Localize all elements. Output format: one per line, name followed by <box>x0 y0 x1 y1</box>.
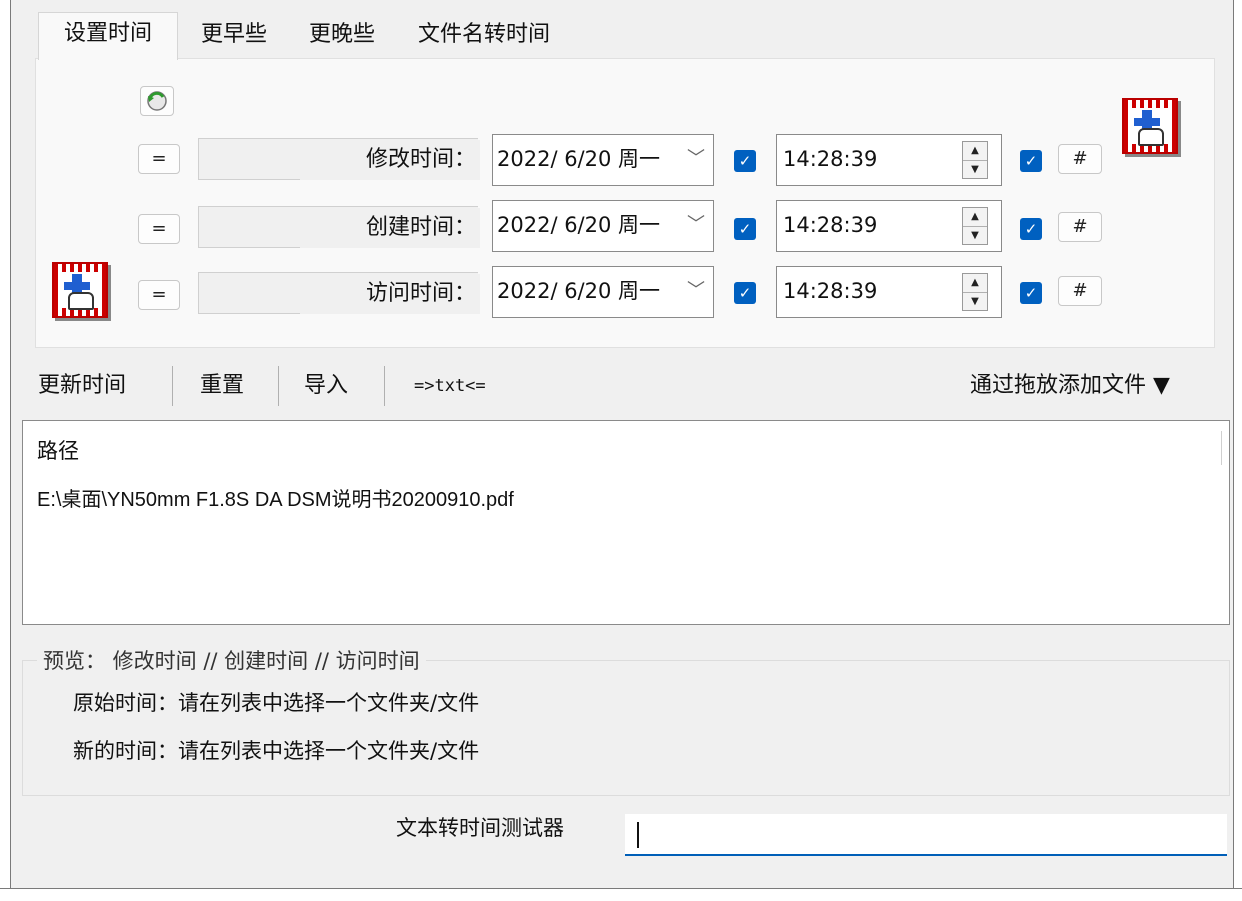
row-modified-time-spinner[interactable]: ▲ ▼ <box>962 141 988 179</box>
copy-time-icon-top[interactable] <box>1122 98 1178 154</box>
drag-add-files-dropdown[interactable]: 通过拖放添加文件 ▼ <box>970 366 1170 406</box>
row-created-time-spinner[interactable]: ▲ ▼ <box>962 207 988 245</box>
list-item[interactable]: E:\桌面\YN50mm F1.8S DA DSM说明书20200910.pdf <box>37 483 514 512</box>
row-accessed-hash-button[interactable]: # <box>1058 276 1102 306</box>
row-accessed-label: 访问时间： <box>300 274 480 314</box>
spin-up-icon[interactable]: ▲ <box>963 142 987 161</box>
row-accessed-time-value: 14:28:39 <box>783 279 878 303</box>
text-to-time-tester-input[interactable] <box>625 814 1227 856</box>
row-accessed-date-value: 2022/ 6/20 周一 <box>497 279 661 303</box>
row-accessed-time-spinner[interactable]: ▲ ▼ <box>962 273 988 311</box>
row-created-time-value: 14:28:39 <box>783 213 878 237</box>
row-created-time-checkbox[interactable]: ✓ <box>1020 218 1042 240</box>
row-created-equal-button[interactable]: = <box>138 214 180 244</box>
tab-set-time[interactable]: 设置时间 <box>38 12 178 60</box>
row-modified-time-checkbox[interactable]: ✓ <box>1020 150 1042 172</box>
update-time-button[interactable]: 更新时间 <box>38 366 126 406</box>
spin-up-icon[interactable]: ▲ <box>963 208 987 227</box>
row-accessed-time-checkbox[interactable]: ✓ <box>1020 282 1042 304</box>
import-button[interactable]: 导入 <box>304 366 348 406</box>
window-right-border <box>1233 0 1242 901</box>
row-modified-label: 修改时间： <box>300 140 480 180</box>
window-left-border <box>0 0 11 901</box>
preview-new-time: 新的时间：请在列表中选择一个文件夹/文件 <box>73 739 480 763</box>
text-caret <box>637 822 639 848</box>
row-accessed-equal-button[interactable]: = <box>138 280 180 310</box>
row-accessed-date-picker[interactable]: 2022/ 6/20 周一 ﹀ <box>492 266 714 318</box>
tab-later[interactable]: 更晚些 <box>292 14 392 56</box>
list-column-path[interactable]: 路径 <box>37 435 79 465</box>
row-modified-date-value: 2022/ 6/20 周一 <box>497 147 661 171</box>
spin-up-icon[interactable]: ▲ <box>963 274 987 293</box>
reset-button[interactable]: 重置 <box>200 366 244 406</box>
row-modified-date-picker[interactable]: 2022/ 6/20 周一 ﹀ <box>492 134 714 186</box>
spin-down-icon[interactable]: ▼ <box>963 227 987 245</box>
tab-filename-to-time[interactable]: 文件名转时间 <box>400 14 568 56</box>
copy-time-icon-left[interactable] <box>52 262 108 318</box>
preview-group: 预览： 修改时间 // 创建时间 // 访问时间 原始时间：请在列表中选择一个文… <box>22 645 1230 796</box>
toolbar-divider <box>278 366 279 406</box>
column-divider[interactable] <box>1221 431 1222 465</box>
row-modified-date-checkbox[interactable]: ✓ <box>734 150 756 172</box>
chevron-down-icon: ﹀ <box>687 214 705 235</box>
row-created-date-checkbox[interactable]: ✓ <box>734 218 756 240</box>
toolbar-divider <box>384 366 385 406</box>
preview-original-time: 原始时间：请在列表中选择一个文件夹/文件 <box>73 691 480 715</box>
preview-legend: 预览： 修改时间 // 创建时间 // 访问时间 <box>37 645 426 675</box>
row-created-date-value: 2022/ 6/20 周一 <box>497 213 661 237</box>
chevron-down-icon: ﹀ <box>687 280 705 301</box>
row-created-label: 创建时间： <box>300 208 480 248</box>
refresh-icon[interactable] <box>140 86 174 116</box>
spin-down-icon[interactable]: ▼ <box>963 293 987 311</box>
row-modified-equal-button[interactable]: = <box>138 144 180 174</box>
spin-down-icon[interactable]: ▼ <box>963 161 987 179</box>
file-list[interactable]: 路径 E:\桌面\YN50mm F1.8S DA DSM说明书20200910.… <box>22 420 1230 625</box>
toolbar-divider <box>172 366 173 406</box>
chevron-down-icon: ﹀ <box>687 148 705 169</box>
row-created-date-picker[interactable]: 2022/ 6/20 周一 ﹀ <box>492 200 714 252</box>
row-created-hash-button[interactable]: # <box>1058 212 1102 242</box>
row-modified-time-value: 14:28:39 <box>783 147 878 171</box>
tab-earlier[interactable]: 更早些 <box>184 14 284 56</box>
text-to-time-tester-label: 文本转时间测试器 <box>396 816 564 840</box>
window-bottom-border <box>0 888 1242 901</box>
row-accessed-date-checkbox[interactable]: ✓ <box>734 282 756 304</box>
txt-export-button[interactable]: =>txt<= <box>414 366 486 406</box>
row-modified-hash-button[interactable]: # <box>1058 144 1102 174</box>
